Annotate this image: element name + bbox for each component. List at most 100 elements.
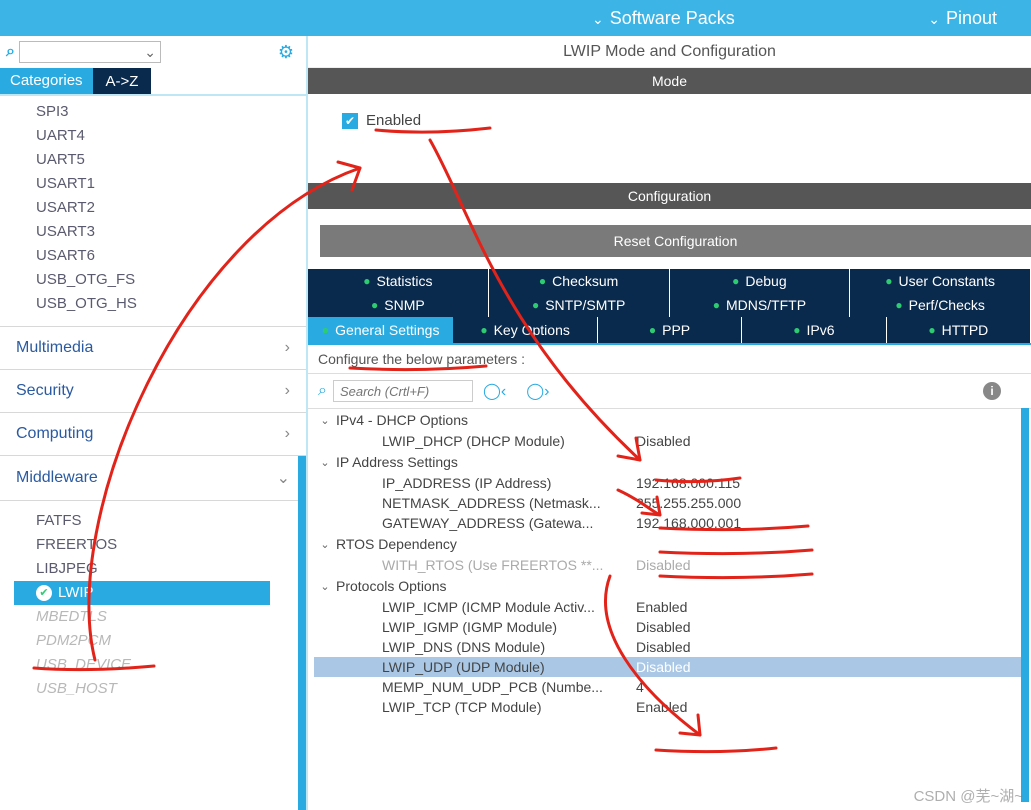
chevron-down-icon: ⌄ — [314, 538, 336, 551]
table-row[interactable]: NETMASK_ADDRESS (Netmask...255.255.255.0… — [314, 493, 1021, 513]
reset-configuration-button[interactable]: Reset Configuration — [320, 225, 1031, 257]
check-icon: ✔ — [36, 585, 52, 601]
configuration-header: Configuration — [308, 183, 1031, 209]
table-row[interactable]: MEMP_NUM_UDP_PCB (Numbe...4 — [314, 677, 1021, 697]
table-row[interactable]: LWIP_DNS (DNS Module)Disabled — [314, 637, 1021, 657]
tab-ppp[interactable]: ●PPP — [598, 317, 742, 343]
tab-categories[interactable]: Categories — [0, 68, 93, 94]
chevron-down-icon: ⌄ — [314, 456, 336, 469]
table-row[interactable]: LWIP_IGMP (IGMP Module)Disabled — [314, 617, 1021, 637]
prev-match-icon[interactable]: ◯‹ — [483, 381, 506, 401]
tab-user-constants[interactable]: ●User Constants — [850, 269, 1031, 293]
category-computing[interactable]: Computing› — [0, 413, 306, 456]
peripheral-search-input[interactable]: ⌄ — [19, 41, 161, 63]
tab-snmp[interactable]: ●SNMP — [308, 293, 489, 317]
search-icon[interactable]: ⌕ — [6, 43, 15, 61]
list-item[interactable]: USB_DEVICE — [36, 653, 306, 677]
check-icon: ● — [480, 323, 487, 337]
params-scrollbar[interactable] — [1021, 408, 1029, 802]
list-item[interactable]: UART4 — [36, 124, 306, 148]
check-icon: ● — [649, 323, 656, 337]
tab-statistics[interactable]: ●Statistics — [308, 269, 489, 293]
tab-sntp-smtp[interactable]: ●SNTP/SMTP — [489, 293, 670, 317]
peripheral-list: SPI3 UART4 UART5 USART1 USART2 USART3 US… — [0, 96, 306, 320]
tab-httpd[interactable]: ●HTTPD — [887, 317, 1031, 343]
watermark: CSDN @芜~湖~ — [914, 785, 1023, 806]
tab-alpha[interactable]: A->Z — [93, 68, 152, 94]
group-rtos[interactable]: ⌄RTOS Dependency — [314, 533, 1021, 555]
list-item[interactable]: UART5 — [36, 148, 306, 172]
table-row-selected[interactable]: LWIP_UDP (UDP Module)Disabled — [314, 657, 1021, 677]
group-ip-settings[interactable]: ⌄IP Address Settings — [314, 451, 1021, 473]
group-protocols[interactable]: ⌄Protocols Options — [314, 575, 1021, 597]
check-icon: ● — [322, 323, 329, 337]
list-item[interactable]: USB_OTG_FS — [36, 268, 306, 292]
check-icon: ● — [539, 274, 546, 288]
middleware-list: FATFS FREERTOS LIBJPEG ✔LWIP MBEDTLS PDM… — [0, 501, 306, 709]
right-panel: LWIP Mode and Configuration Mode ✔ Enabl… — [308, 36, 1031, 810]
table-row[interactable]: IP_ADDRESS (IP Address)192.168.000.115 — [314, 473, 1021, 493]
list-item[interactable]: FREERTOS — [36, 533, 306, 557]
info-icon[interactable]: i — [983, 382, 1001, 400]
next-match-icon[interactable]: ◯› — [526, 381, 549, 401]
check-icon: ● — [371, 298, 378, 312]
category-middleware[interactable]: Middleware⌄ — [0, 456, 306, 501]
left-panel: ⌕ ⌄ ⚙ Categories A->Z SPI3 UART4 UART5 U… — [0, 36, 308, 810]
list-item[interactable]: LIBJPEG — [36, 557, 306, 581]
check-icon: ● — [895, 298, 902, 312]
category-multimedia[interactable]: Multimedia› — [0, 327, 306, 370]
pinout-menu[interactable]: ⌄Pinout — [928, 8, 997, 29]
chevron-right-icon: › — [285, 339, 290, 357]
list-item[interactable]: USB_OTG_HS — [36, 292, 306, 316]
list-item[interactable]: USB_HOST — [36, 677, 306, 701]
table-row[interactable]: GATEWAY_ADDRESS (Gatewa...192.168.000.00… — [314, 513, 1021, 533]
params-header: Configure the below parameters : — [308, 343, 1031, 374]
tab-ipv6[interactable]: ●IPv6 — [742, 317, 886, 343]
gear-icon[interactable]: ⚙ — [278, 42, 294, 63]
left-scrollbar[interactable] — [298, 456, 306, 810]
software-packs-menu[interactable]: ⌄Software Packs — [592, 8, 735, 29]
enabled-checkbox[interactable]: ✔ — [342, 113, 358, 129]
list-item[interactable]: USART3 — [36, 220, 306, 244]
chevron-down-icon: ⌄ — [592, 11, 604, 27]
chevron-right-icon: › — [285, 425, 290, 443]
list-item[interactable]: USART1 — [36, 172, 306, 196]
params-table: ⌄IPv4 - DHCP Options LWIP_DHCP (DHCP Mod… — [308, 409, 1031, 727]
list-item[interactable]: PDM2PCM — [36, 629, 306, 653]
check-icon: ● — [363, 274, 370, 288]
enabled-label: Enabled — [366, 112, 421, 129]
tab-perf-checks[interactable]: ●Perf/Checks — [850, 293, 1031, 317]
chevron-down-icon: ⌄ — [928, 11, 940, 27]
search-icon[interactable]: ⌕ — [318, 382, 327, 400]
check-icon: ● — [532, 298, 539, 312]
group-dhcp[interactable]: ⌄IPv4 - DHCP Options — [314, 409, 1021, 431]
list-item[interactable]: USART6 — [36, 244, 306, 268]
table-row[interactable]: LWIP_ICMP (ICMP Module Activ...Enabled — [314, 597, 1021, 617]
tab-key-options[interactable]: ●Key Options — [453, 317, 597, 343]
param-search-input[interactable] — [333, 380, 473, 402]
chevron-down-icon: ⌄ — [144, 44, 156, 61]
check-icon: ● — [793, 323, 800, 337]
tab-checksum[interactable]: ●Checksum — [489, 269, 670, 293]
list-item[interactable]: FATFS — [36, 509, 306, 533]
check-icon: ● — [713, 298, 720, 312]
category-security[interactable]: Security› — [0, 370, 306, 413]
config-tabs-row1: ●Statistics ●Checksum ●Debug ●User Const… — [308, 269, 1031, 293]
list-item[interactable]: MBEDTLS — [36, 605, 306, 629]
mode-header: Mode — [308, 68, 1031, 94]
table-row[interactable]: LWIP_TCP (TCP Module)Enabled — [314, 697, 1021, 717]
tab-mdns-tftp[interactable]: ●MDNS/TFTP — [670, 293, 851, 317]
table-row: WITH_RTOS (Use FREERTOS **...Disabled — [314, 555, 1021, 575]
list-item[interactable]: USART2 — [36, 196, 306, 220]
tab-debug[interactable]: ●Debug — [670, 269, 851, 293]
tab-general-settings[interactable]: ●General Settings — [308, 317, 453, 343]
config-tabs-row2: ●SNMP ●SNTP/SMTP ●MDNS/TFTP ●Perf/Checks — [308, 293, 1031, 317]
chevron-down-icon: ⌄ — [314, 580, 336, 593]
list-item-lwip-selected[interactable]: ✔LWIP — [14, 581, 270, 605]
chevron-down-icon: ⌄ — [277, 468, 290, 488]
table-row[interactable]: LWIP_DHCP (DHCP Module)Disabled — [314, 431, 1021, 451]
check-icon: ● — [732, 274, 739, 288]
chevron-down-icon: ⌄ — [314, 414, 336, 427]
list-item[interactable]: SPI3 — [36, 100, 306, 124]
panel-title: LWIP Mode and Configuration — [308, 36, 1031, 68]
